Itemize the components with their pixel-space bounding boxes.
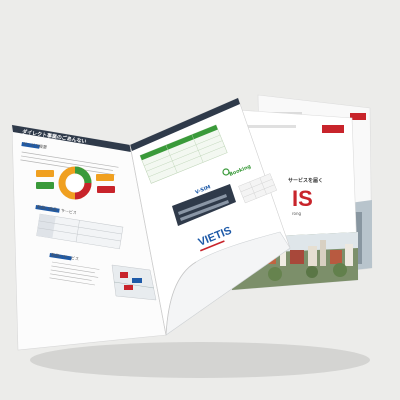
back-sheet-tagline: サービスを届く (288, 177, 323, 184)
back-sheet-brand-sub: rong (292, 211, 302, 216)
donut-callout-2 (36, 182, 54, 189)
brochure-photo: サービスを届く IS rong ダイレクト事業のごあんない サービス概要 取扱い… (11, 94, 373, 378)
folder-shadow (30, 342, 370, 378)
donut-callout-1 (36, 170, 54, 177)
left-page-map (111, 264, 157, 301)
donut-callout-3 (96, 174, 114, 181)
back-sheet-brand-fragment: IS (292, 186, 313, 211)
donut-callout-4 (97, 186, 115, 193)
